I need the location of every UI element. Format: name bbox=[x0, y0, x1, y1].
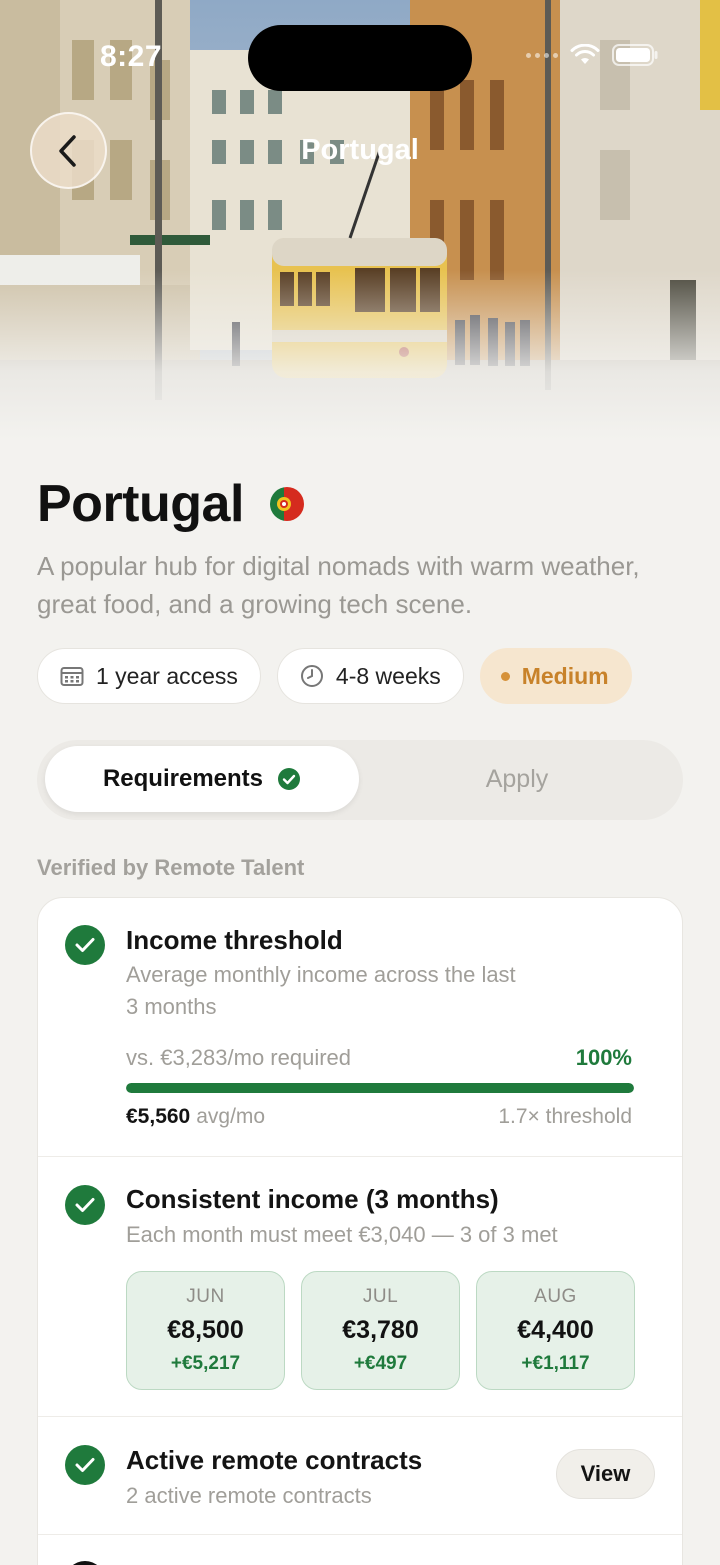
difficulty-dot-icon bbox=[500, 671, 510, 681]
month-diff: +€5,217 bbox=[170, 1353, 241, 1374]
duration-label: 4-8 weeks bbox=[335, 662, 441, 689]
income-progress-bar bbox=[126, 1083, 634, 1093]
month-value: €8,500 bbox=[167, 1316, 244, 1344]
requirement-title: Consistent income (3 months) bbox=[126, 1184, 499, 1214]
clock-icon bbox=[300, 665, 323, 687]
wifi-icon bbox=[570, 44, 600, 64]
portugal-flag-icon bbox=[269, 487, 304, 521]
month-name: JUL bbox=[362, 1286, 399, 1307]
tab-requirements[interactable]: Requirements bbox=[45, 746, 359, 812]
country-description: A popular hub for digital nomads with wa… bbox=[37, 551, 640, 619]
tab-apply[interactable]: Apply bbox=[359, 746, 675, 812]
month-card: JUL €3,780 +€497 bbox=[301, 1271, 460, 1390]
access-label: 1 year access bbox=[96, 662, 238, 689]
calendar-icon bbox=[60, 667, 84, 686]
percent-label: 100% bbox=[575, 1045, 632, 1070]
requirement-income-threshold: Income threshold Average monthly income … bbox=[38, 898, 682, 1156]
info-chips: 1 year access 4-8 weeks Medium bbox=[37, 648, 632, 704]
requirement-subtitle: Average monthly income across the last 3… bbox=[126, 959, 516, 1023]
requirement-subtitle: 2 active remote contracts bbox=[126, 1483, 372, 1508]
battery-icon bbox=[612, 44, 658, 66]
average-row: €5,560 avg/mo 1.7× threshold bbox=[126, 1105, 632, 1129]
difficulty-label: Medium bbox=[521, 662, 609, 689]
hero-fade bbox=[0, 270, 720, 440]
month-card: AUG €4,400 +€1,117 bbox=[476, 1271, 635, 1390]
month-value: €4,400 bbox=[517, 1316, 594, 1344]
check-icon bbox=[65, 1185, 105, 1225]
requirement-title: Active remote contracts bbox=[126, 1445, 423, 1475]
requirement-subtitle: Each month must meet €3,040 — 3 of 3 met bbox=[126, 1222, 558, 1247]
month-card: JUN €8,500 +€5,217 bbox=[126, 1271, 285, 1390]
page-title: Portugal bbox=[37, 475, 244, 533]
requirement-title: Income threshold bbox=[126, 925, 343, 955]
divider bbox=[38, 1416, 682, 1417]
status-time: 8:27 bbox=[100, 40, 163, 73]
next-requirement-icon bbox=[65, 1561, 105, 1565]
required-label: vs. €3,283/mo required bbox=[126, 1045, 352, 1070]
month-diff: +€1,117 bbox=[521, 1353, 590, 1374]
average-unit: avg/mo bbox=[196, 1105, 266, 1128]
threshold-ratio: 1.7× threshold bbox=[498, 1105, 632, 1128]
section-label: Verified by Remote Talent bbox=[37, 855, 305, 880]
month-name: AUG bbox=[534, 1286, 577, 1307]
check-icon bbox=[65, 1445, 105, 1485]
view-contracts-button[interactable]: View bbox=[556, 1449, 655, 1499]
income-progress-fill bbox=[126, 1083, 634, 1093]
average-value: €5,560 bbox=[126, 1105, 191, 1128]
status-icons bbox=[526, 44, 658, 66]
nav-title: Portugal bbox=[301, 134, 419, 166]
subtitle-line-1: Average monthly income across the last bbox=[126, 962, 516, 987]
country-header: Portugal bbox=[37, 474, 304, 534]
requirements-card: Income threshold Average monthly income … bbox=[37, 897, 683, 1565]
access-chip: 1 year access bbox=[37, 648, 261, 704]
duration-chip: 4-8 weeks bbox=[276, 648, 464, 704]
divider bbox=[38, 1156, 682, 1157]
check-icon bbox=[65, 925, 105, 965]
cellular-signal-icon bbox=[526, 52, 558, 58]
tab-requirements-label: Requirements bbox=[102, 765, 264, 792]
month-name: JUN bbox=[186, 1286, 225, 1307]
subtitle-line-2: 3 months bbox=[126, 994, 217, 1019]
check-circle-icon bbox=[278, 768, 301, 790]
month-value: €3,780 bbox=[342, 1316, 419, 1344]
divider bbox=[38, 1534, 682, 1535]
threshold-row: vs. €3,283/mo required 100% bbox=[126, 1045, 632, 1071]
monthly-income-boxes: JUN €8,500 +€5,217 JUL €3,780 +€497 AUG … bbox=[126, 1271, 635, 1390]
dynamic-island bbox=[248, 25, 472, 91]
segmented-tabs: Requirements Apply bbox=[37, 740, 683, 820]
month-diff: +€497 bbox=[353, 1353, 408, 1374]
difficulty-badge: Medium bbox=[479, 648, 632, 704]
